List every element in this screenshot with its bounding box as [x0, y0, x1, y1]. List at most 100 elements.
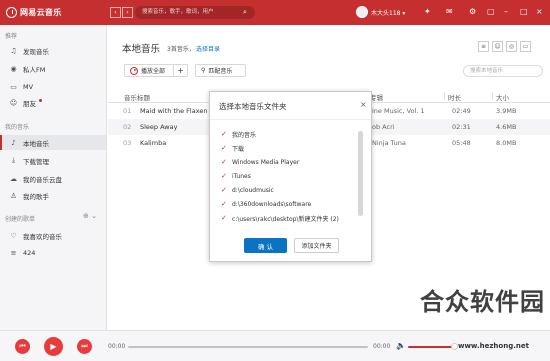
heart-icon: ♡	[10, 231, 17, 240]
checkmark-icon: ✓	[221, 200, 227, 208]
column-title[interactable]: 音乐标题	[124, 92, 150, 102]
volume-knob[interactable]	[451, 343, 458, 350]
track-duration: 02:49	[452, 107, 471, 115]
skin-icon[interactable]: ✦	[424, 7, 431, 17]
track-size: 8.0MB	[496, 139, 517, 147]
page-title: 本地音乐	[122, 44, 161, 55]
album-view-icon[interactable]: ◎	[506, 41, 517, 52]
search-icon[interactable]: ⌕	[243, 8, 247, 17]
sidebar-item-label: 我的音乐云盘	[23, 175, 62, 184]
folder-view-icon[interactable]: ▭	[520, 41, 531, 52]
sidebar-item-mv[interactable]: ▭ MV	[0, 79, 106, 94]
volume-icon[interactable]: 🔈	[396, 341, 406, 350]
track-size: 4.6MB	[496, 123, 517, 131]
play-all-label: 播放全部	[141, 68, 166, 75]
section-playlists: 创建的歌单	[5, 216, 36, 223]
folder-label: d:\cloudmusic	[232, 187, 274, 194]
folder-label: d:\360downloads\software	[232, 201, 312, 208]
artist-view-icon[interactable]: ☺	[492, 41, 503, 52]
column-duration[interactable]: 时长	[448, 92, 461, 102]
sidebar-item-friends[interactable]: ☺ 朋友	[0, 95, 106, 110]
track-number: 02	[123, 123, 132, 131]
app-logo[interactable]: 网易云音乐	[6, 5, 62, 20]
folder-checkbox[interactable]: ✓ d:\360downloads\software	[221, 199, 311, 210]
search-input[interactable]: 搜索音乐，歌手，歌词，用户	[135, 6, 255, 19]
folder-checkbox[interactable]: ✓ c:\users\rakc\desktop\新建文件夹 (2)	[221, 213, 339, 224]
volume-slider[interactable]	[408, 346, 453, 348]
username[interactable]: 木大头118 ▾	[371, 8, 405, 17]
folder-label: 下载	[232, 146, 245, 153]
folder-checkbox[interactable]: ✓ d:\cloudmusic	[221, 185, 274, 196]
watermark-url: www.hezhong.net	[458, 342, 529, 350]
notification-dot	[39, 99, 42, 102]
play-all-button[interactable]: 播放全部	[124, 64, 174, 77]
sidebar-item-label: 我的歌手	[23, 192, 49, 201]
mini-mode-icon[interactable]: ▢	[487, 7, 495, 17]
close-icon[interactable]: ×	[536, 7, 543, 17]
track-album: ine Music, Vol. 1	[372, 107, 425, 115]
track-number: 01	[123, 107, 132, 115]
dialog-scrollbar[interactable]	[358, 131, 363, 216]
add-playlist-icon[interactable]: ⊕ ⌄	[83, 212, 97, 220]
list-view-icon[interactable]: ≡	[478, 41, 489, 52]
minimize-icon[interactable]: –	[504, 7, 508, 17]
current-time: 00:00	[108, 343, 126, 350]
select-directory-link[interactable]: 选择目录	[196, 44, 220, 53]
forward-button[interactable]: ›	[122, 7, 133, 18]
mail-icon[interactable]: ✉	[446, 7, 453, 17]
sidebar-item-singers[interactable]: ♙ 我的歌手	[0, 188, 106, 203]
match-music-button[interactable]: ⚲ 匹配音乐	[195, 64, 246, 77]
folder-label: iTunes	[232, 173, 251, 180]
sidebar-item-label: MV	[23, 82, 34, 91]
confirm-button[interactable]: 确 认	[244, 238, 287, 253]
maximize-icon[interactable]: □	[520, 7, 528, 17]
sidebar-item-liked[interactable]: ♡ 我喜欢的音乐	[0, 228, 106, 243]
sidebar-item-label: 私人FM	[23, 65, 46, 74]
sidebar-item-label: 我喜欢的音乐	[23, 232, 62, 241]
sidebar-item-fm[interactable]: ◉ 私人FM	[0, 61, 106, 76]
avatar[interactable]	[356, 6, 368, 18]
folder-checkbox[interactable]: ✓ Windows Media Player	[221, 157, 299, 168]
column-size[interactable]: 大小	[496, 92, 509, 102]
close-icon[interactable]: ×	[360, 100, 367, 109]
next-icon[interactable]: ⏭	[77, 339, 92, 354]
column-separator	[444, 92, 445, 100]
sidebar-item-discover[interactable]: ♫ 发现音乐	[0, 43, 106, 58]
sidebar-item-label: 下载管理	[23, 157, 49, 166]
match-music-label: 匹配音乐	[208, 68, 233, 75]
playlist-icon: ≡	[10, 248, 17, 257]
sidebar-item-downloads[interactable]: ⤓ 下载管理	[0, 153, 106, 168]
progress-bar[interactable]	[128, 346, 368, 348]
track-size: 3.9MB	[496, 107, 517, 115]
sidebar-item-playlist-424[interactable]: ≡ 424	[0, 245, 106, 260]
folder-checkbox[interactable]: ✓ 下载	[221, 143, 244, 154]
track-album: Ninja Tuna	[372, 139, 406, 147]
folder-checkbox[interactable]: ✓ 我的音乐	[221, 129, 256, 140]
checkmark-icon: ✓	[221, 144, 227, 152]
sidebar-item-local-music[interactable]: ♪ 本地音乐	[0, 135, 106, 150]
add-to-queue-button[interactable]: +	[173, 64, 188, 77]
section-my-music: 我的音乐	[5, 124, 30, 131]
logo-text: 网易云音乐	[20, 8, 62, 17]
track-duration: 02:31	[452, 123, 471, 131]
column-separator	[492, 92, 493, 100]
track-album: ob Acri	[372, 123, 395, 131]
singer-icon: ♙	[10, 191, 17, 200]
play-circle-icon	[130, 66, 138, 75]
folder-label: c:\users\rakc\desktop\新建文件夹 (2)	[232, 216, 339, 223]
video-icon: ▭	[10, 82, 17, 91]
previous-icon[interactable]: ⏮	[15, 339, 30, 354]
sidebar-item-label: 424	[23, 248, 36, 257]
dialog-divider	[210, 119, 371, 120]
back-button[interactable]: ‹	[110, 7, 121, 18]
settings-icon[interactable]: ⚙	[469, 7, 476, 17]
checkmark-icon: ✓	[221, 158, 227, 166]
sidebar-item-cloud[interactable]: ☁ 我的音乐云盘	[0, 171, 106, 186]
sidebar-item-label: 朋友	[23, 99, 36, 108]
add-folder-button[interactable]: 添加文件夹	[294, 238, 339, 253]
folder-checkbox[interactable]: ✓ iTunes	[221, 171, 251, 182]
friends-icon: ☺	[9, 98, 18, 107]
local-search-input[interactable]: 搜索本地音乐	[463, 65, 543, 77]
title-bar: 网易云音乐 ‹ › 搜索音乐，歌手，歌词，用户 ⌕ 木大头118 ▾ ✦ ✉ ⚙…	[0, 0, 550, 25]
play-icon[interactable]: ▶	[44, 337, 63, 356]
